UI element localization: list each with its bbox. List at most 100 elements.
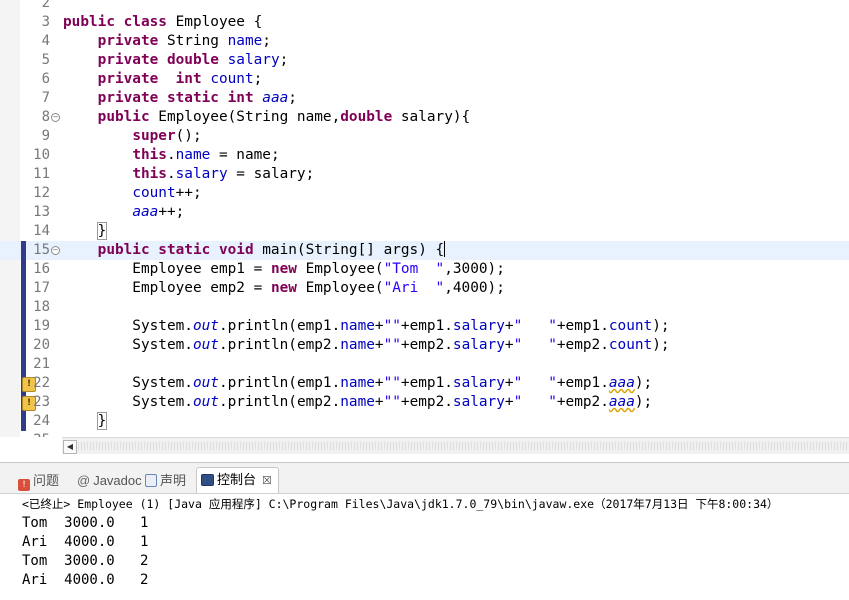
code-token: count	[608, 337, 653, 353]
line-number: 24	[33, 413, 50, 429]
code-token: .println(emp1.	[218, 375, 341, 391]
code-text: System.out.println(emp2.name+""+emp2.sal…	[63, 336, 670, 355]
code-line[interactable]: 20 System.out.println(emp2.name+""+emp2.…	[0, 336, 849, 355]
code-line[interactable]: 24 }	[0, 412, 849, 431]
code-line[interactable]: 21	[0, 355, 849, 374]
javadoc-icon: @	[77, 473, 91, 488]
code-token: aaa	[608, 394, 635, 410]
line-number: 4	[41, 33, 50, 49]
code-token: out	[192, 337, 219, 353]
code-token: "Tom "	[383, 261, 445, 277]
code-line[interactable]: 17 Employee emp2 = new Employee("Ari ",4…	[0, 279, 849, 298]
code-token: String	[158, 33, 228, 49]
code-line[interactable]: 8− public Employee(String name,double sa…	[0, 108, 849, 127]
tab-console[interactable]: 控制台 ☒	[196, 467, 279, 493]
line-number: 16	[33, 261, 50, 277]
console-status-header: <已终止> Employee (1) [Java 应用程序] C:\Progra…	[22, 497, 779, 511]
code-token: name	[340, 337, 375, 353]
code-editor[interactable]: 2 3 public class Employee {4 private Strin…	[0, 0, 849, 437]
code-token: new	[270, 280, 297, 296]
code-token: Employee(	[296, 261, 384, 277]
code-token: salary	[452, 375, 505, 391]
tab-declaration[interactable]: 声明	[145, 471, 186, 491]
code-line[interactable]: 4 private String name;	[0, 32, 849, 51]
code-line[interactable]: 3 public class Employee {	[0, 13, 849, 32]
line-number: 21	[33, 356, 50, 372]
line-number: 9	[41, 128, 50, 144]
code-token: .println(emp2.	[218, 394, 341, 410]
tab-problems[interactable]: ! 问题	[18, 471, 59, 491]
code-token: out	[192, 375, 219, 391]
code-token: this	[132, 147, 167, 163]
code-line[interactable]: 18	[0, 298, 849, 317]
declaration-icon	[145, 474, 157, 487]
code-line[interactable]: 19 System.out.println(emp1.name+""+emp1.…	[0, 317, 849, 336]
code-token: +emp1.	[400, 375, 453, 391]
code-line[interactable]: 11 this.salary = salary;	[0, 165, 849, 184]
code-token: );	[634, 394, 653, 410]
code-text: aaa++;	[63, 203, 184, 222]
code-token: );	[652, 318, 670, 334]
bottom-panel: ! 问题 @ Javadoc 声明 控制台 ☒ <已终止> Employee (1) …	[0, 462, 849, 600]
code-line[interactable]: 10 this.name = name;	[0, 146, 849, 165]
line-number: 2	[41, 0, 50, 11]
code-line[interactable]: 13 aaa++;	[0, 203, 849, 222]
code-line[interactable]: ! 22 System.out.println(emp1.name+""+emp1…	[0, 374, 849, 393]
scrollbar-track[interactable]	[78, 442, 849, 450]
code-token: main(String[] args) {	[253, 242, 445, 258]
code-token: name	[340, 318, 375, 334]
code-line[interactable]: 9 super();	[0, 127, 849, 146]
line-number: 18	[33, 299, 50, 315]
code-line[interactable]: 5 private double salary;	[0, 51, 849, 70]
code-line[interactable]: 15− public static void main(String[] arg…	[0, 241, 849, 260]
code-token: super	[132, 128, 176, 144]
code-line[interactable]: 14 }	[0, 222, 849, 241]
code-token: Employee {	[166, 14, 263, 30]
code-token: count	[608, 318, 653, 334]
code-token: Employee(	[296, 280, 384, 296]
code-token: private double	[97, 52, 219, 68]
text-caret	[444, 241, 446, 257]
horizontal-scrollbar[interactable]: ◀	[62, 437, 849, 454]
code-line[interactable]: 2	[0, 0, 849, 13]
code-line[interactable]: 16 Employee emp1 = new Employee("Tom ",3…	[0, 260, 849, 279]
console-output-line: Tom 3000.0 1	[22, 515, 149, 531]
code-line[interactable]: 7 private static int aaa;	[0, 89, 849, 108]
code-text: count++;	[63, 184, 201, 203]
code-line[interactable]: 12 count++;	[0, 184, 849, 203]
code-token: +emp2.	[400, 337, 453, 353]
close-tab-icon[interactable]: ☒	[262, 475, 272, 487]
code-token: count	[210, 71, 254, 87]
code-token: = salary;	[227, 166, 315, 182]
code-text: System.out.println(emp1.name+""+emp1.sal…	[63, 374, 652, 393]
panel-tab-bar: ! 问题 @ Javadoc 声明 控制台 ☒	[0, 463, 849, 494]
fold-toggle-icon[interactable]: −	[51, 246, 60, 255]
code-token: public static void	[97, 242, 254, 258]
line-number: 12	[33, 185, 50, 201]
code-text: public Employee(String name,double salar…	[63, 108, 471, 127]
line-number: 10	[33, 147, 50, 163]
code-token: System.	[63, 394, 193, 410]
line-number: 14	[33, 223, 50, 239]
tab-problems-label: 问题	[33, 473, 60, 488]
fold-toggle-icon[interactable]: −	[51, 113, 60, 122]
code-token: }	[96, 412, 108, 430]
code-token: Employee emp2 =	[63, 280, 271, 296]
code-token: +	[504, 318, 514, 334]
code-line[interactable]: ! 23 System.out.println(emp2.name+""+emp2…	[0, 393, 849, 412]
line-number: 3	[41, 14, 50, 30]
code-token: name	[175, 147, 211, 163]
tab-javadoc[interactable]: @ Javadoc	[77, 471, 142, 491]
code-line[interactable]: 6 private int count;	[0, 70, 849, 89]
line-number: 19	[33, 318, 50, 334]
code-token: +emp1.	[400, 318, 453, 334]
code-token: );	[652, 337, 670, 353]
scroll-left-arrow-icon[interactable]: ◀	[63, 440, 77, 454]
code-token: aaa	[608, 375, 635, 391]
